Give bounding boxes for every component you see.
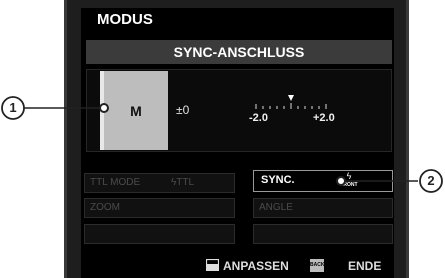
sync-header: SYNC-ANSCHLUSS: [86, 40, 392, 64]
angle-label: ANGLE: [259, 202, 293, 213]
mode-selector[interactable]: M: [100, 71, 168, 150]
ttl-mode-value: ϟTTL: [171, 177, 195, 188]
flash-compensation-value: ±0: [176, 103, 190, 117]
page-title: MODUS: [81, 8, 394, 31]
back-button-icon: BACK: [310, 259, 324, 272]
end-label: ENDE: [348, 259, 382, 273]
footer-bar: ANPASSEN BACK ENDE: [206, 258, 396, 276]
flash-bolt-icon: ϟ: [346, 171, 352, 181]
ttl-mode-label: TTL MODE: [90, 177, 141, 188]
mode-label: M: [130, 102, 142, 119]
empty-row-left: [84, 224, 235, 244]
adjust-icon: [206, 259, 219, 271]
front-label: FRONT: [340, 182, 358, 188]
front-curtain-sync-icon: ϟ FRONT: [338, 172, 360, 191]
callout-1: 1: [9, 100, 17, 115]
zoom-label: ZOOM: [90, 202, 120, 213]
empty-row-right: [253, 224, 393, 244]
ttl-mode-row[interactable]: TTL MODE ϟTTL: [84, 173, 235, 193]
scale-pointer-icon: [288, 95, 294, 101]
scale-min-label: -2.0: [249, 112, 268, 124]
callout-2: 2: [427, 173, 435, 188]
sync-row[interactable]: SYNC. ϟ FRONT: [253, 170, 393, 192]
sync-label: SYNC.: [261, 174, 295, 186]
scale-max-label: +2.0: [313, 112, 335, 124]
angle-row[interactable]: ANGLE: [253, 198, 393, 218]
adjust-label: ANPASSEN: [223, 259, 289, 273]
zoom-row[interactable]: ZOOM: [84, 198, 235, 218]
